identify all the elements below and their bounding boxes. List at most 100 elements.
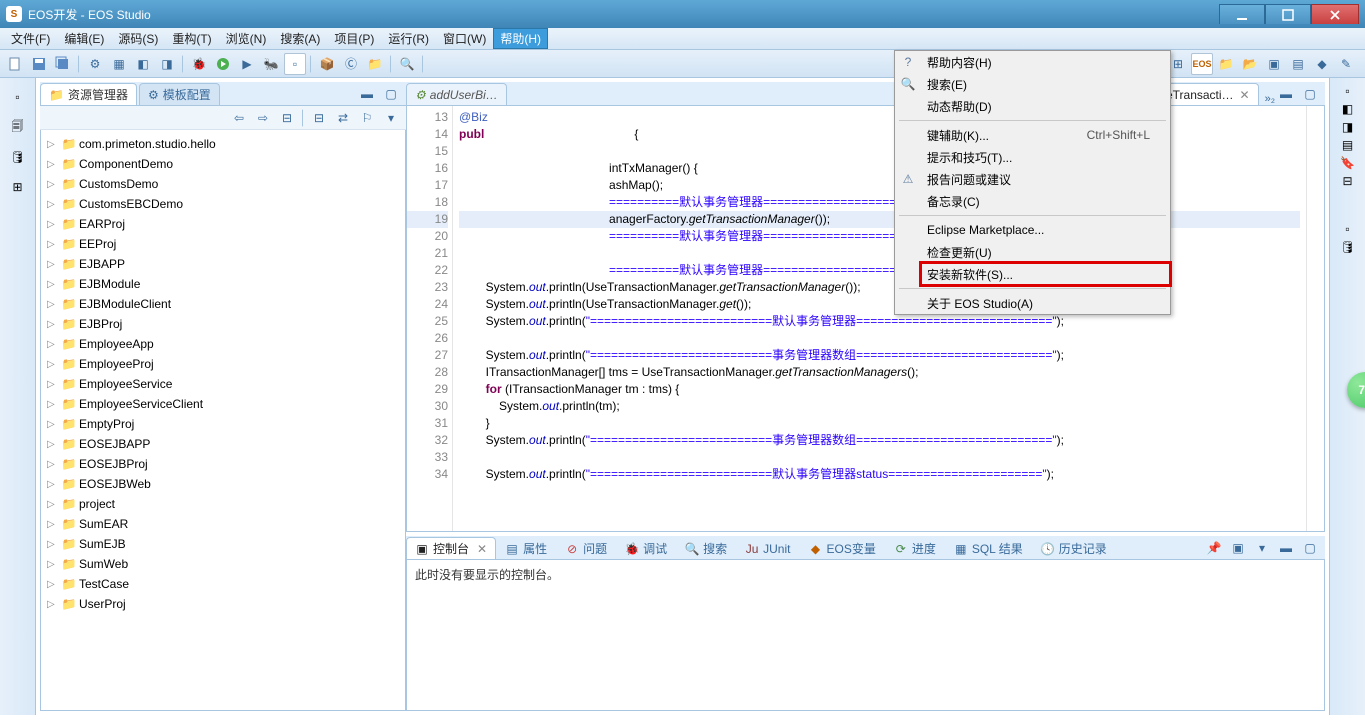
collapse-all-button[interactable]: ⊟: [308, 107, 330, 129]
save-button[interactable]: [28, 53, 50, 75]
folder-button[interactable]: 📁: [364, 53, 386, 75]
pin-button[interactable]: 📌: [1203, 537, 1225, 559]
tree-item[interactable]: ▷📁CustomsDemo: [41, 174, 405, 194]
perspective-btn[interactable]: 📂: [1239, 53, 1261, 75]
tab-resource-explorer[interactable]: 📁资源管理器: [40, 83, 137, 105]
minimize-view-button[interactable]: ▬: [1275, 537, 1297, 559]
tree-item[interactable]: ▷📁EmployeeService: [41, 374, 405, 394]
tree-item[interactable]: ▷📁EJBModule: [41, 274, 405, 294]
menu-help[interactable]: 帮助(H): [493, 28, 548, 49]
tree-item[interactable]: ▷📁ComponentDemo: [41, 154, 405, 174]
tree-item[interactable]: ▷📁EOSEJBWeb: [41, 474, 405, 494]
menu-refactor[interactable]: 重构(T): [165, 28, 218, 49]
package-button[interactable]: 📦: [316, 53, 338, 75]
menu-file[interactable]: 文件(F): [4, 28, 57, 49]
maximize-editor-button[interactable]: ▢: [1299, 83, 1321, 105]
help-menu-item[interactable]: 检查更新(U): [921, 241, 1170, 263]
menu-project[interactable]: 项目(P): [327, 28, 381, 49]
trim-button[interactable]: ▫: [1345, 222, 1349, 236]
trim-button[interactable]: ⊟: [1342, 174, 1352, 188]
trim-button[interactable]: 🔖: [1340, 156, 1355, 170]
new-button[interactable]: [4, 53, 26, 75]
help-menu-item[interactable]: ⚠报告问题或建议: [921, 168, 1170, 190]
tree-item[interactable]: ▷📁com.primeton.studio.hello: [41, 134, 405, 154]
tree-item[interactable]: ▷📁UserProj: [41, 594, 405, 614]
tool-button[interactable]: ⊟: [276, 107, 298, 129]
trim-button[interactable]: ▤: [1342, 138, 1353, 152]
help-menu-item[interactable]: Eclipse Marketplace...: [921, 219, 1170, 241]
maximize-view-button[interactable]: ▢: [1299, 537, 1321, 559]
maximize-view-button[interactable]: ▢: [380, 83, 402, 105]
trim-button[interactable]: ⊞: [8, 174, 28, 200]
editor-tab[interactable]: ⚙addUserBi…: [406, 83, 507, 105]
tree-item[interactable]: ▷📁EEProj: [41, 234, 405, 254]
tool-btn[interactable]: ⚙: [84, 53, 106, 75]
link-editor-button[interactable]: ⇄: [332, 107, 354, 129]
tree-item[interactable]: ▷📁EmployeeApp: [41, 334, 405, 354]
run-ext-button[interactable]: ▶: [236, 53, 258, 75]
minimize-view-button[interactable]: ▬: [356, 83, 378, 105]
tab-history[interactable]: 🕓历史记录: [1032, 537, 1116, 559]
help-menu-item[interactable]: 关于 EOS Studio(A): [921, 292, 1170, 314]
tab-progress[interactable]: ⟳进度: [885, 537, 945, 559]
trim-button[interactable]: 🗐: [8, 114, 28, 140]
view-menu-button[interactable]: ▾: [1251, 537, 1273, 559]
tab-console[interactable]: ▣控制台✕: [406, 537, 496, 559]
tab-eosvar[interactable]: ◆EOS变量: [799, 537, 884, 559]
tab-search[interactable]: 🔍搜索: [676, 537, 736, 559]
tree-item[interactable]: ▷📁SumEJB: [41, 534, 405, 554]
perspective-btn[interactable]: ◆: [1311, 53, 1333, 75]
tree-item[interactable]: ▷📁EmployeeProj: [41, 354, 405, 374]
perspective-btn[interactable]: ✎: [1335, 53, 1357, 75]
help-menu-item[interactable]: 提示和技巧(T)...: [921, 146, 1170, 168]
help-menu-item[interactable]: 动态帮助(D): [921, 95, 1170, 117]
menu-window[interactable]: 窗口(W): [436, 28, 493, 49]
minimize-button[interactable]: [1219, 4, 1265, 24]
tree-item[interactable]: ▷📁EmployeeServiceClient: [41, 394, 405, 414]
minimize-editor-button[interactable]: ▬: [1275, 83, 1297, 105]
trim-button[interactable]: 🛢: [1340, 240, 1355, 254]
editor-overflow[interactable]: »₂: [1265, 93, 1275, 105]
project-tree[interactable]: ▷📁com.primeton.studio.hello▷📁ComponentDe…: [40, 130, 406, 711]
tab-template-config[interactable]: ⚙模板配置: [139, 83, 220, 105]
help-menu-item[interactable]: ?帮助内容(H): [921, 51, 1170, 73]
perspective-eos[interactable]: EOS: [1191, 53, 1213, 75]
menu-search[interactable]: 搜索(A): [273, 28, 327, 49]
tab-debug[interactable]: 🐞调试: [616, 537, 676, 559]
help-menu-item[interactable]: 安装新软件(S)...: [921, 263, 1170, 285]
tree-item[interactable]: ▷📁TestCase: [41, 574, 405, 594]
tab-problems[interactable]: ⊘问题: [556, 537, 616, 559]
maximize-button[interactable]: [1265, 4, 1311, 24]
tree-item[interactable]: ▷📁EOSEJBAPP: [41, 434, 405, 454]
help-menu-item[interactable]: 键辅助(K)...Ctrl+Shift+L: [921, 124, 1170, 146]
tree-item[interactable]: ▷📁SumWeb: [41, 554, 405, 574]
help-menu-item[interactable]: 备忘录(C): [921, 190, 1170, 212]
tree-item[interactable]: ▷📁CustomsEBCDemo: [41, 194, 405, 214]
tool-btn[interactable]: ▦: [108, 53, 130, 75]
tab-junit[interactable]: JuJUnit: [736, 537, 799, 559]
tree-item[interactable]: ▷📁EJBAPP: [41, 254, 405, 274]
menu-source[interactable]: 源码(S): [111, 28, 165, 49]
menu-navigate[interactable]: 浏览(N): [219, 28, 274, 49]
menu-edit[interactable]: 编辑(E): [57, 28, 111, 49]
perspective-btn[interactable]: 📁: [1215, 53, 1237, 75]
run-button[interactable]: [212, 53, 234, 75]
highlighted-tool[interactable]: ▫: [284, 53, 306, 75]
display-button[interactable]: ▣: [1227, 537, 1249, 559]
ant-button[interactable]: 🐜: [260, 53, 282, 75]
tool-btn[interactable]: ◨: [156, 53, 178, 75]
code-content[interactable]: @Bizpubl { intTxManager() { ashMap();: [453, 106, 1306, 531]
tree-item[interactable]: ▷📁EARProj: [41, 214, 405, 234]
tree-item[interactable]: ▷📁EJBProj: [41, 314, 405, 334]
tab-properties[interactable]: ▤属性: [496, 537, 556, 559]
close-button[interactable]: [1311, 4, 1359, 24]
tree-item[interactable]: ▷📁EJBModuleClient: [41, 294, 405, 314]
tree-item[interactable]: ▷📁EmptyProj: [41, 414, 405, 434]
forward-button[interactable]: ⇨: [252, 107, 274, 129]
perspective-btn[interactable]: ▣: [1263, 53, 1285, 75]
trim-button[interactable]: 🛢: [8, 144, 28, 170]
view-menu-button[interactable]: ▾: [380, 107, 402, 129]
search-button[interactable]: 🔍: [396, 53, 418, 75]
tree-item[interactable]: ▷📁SumEAR: [41, 514, 405, 534]
trim-button[interactable]: ▫: [1345, 84, 1349, 98]
